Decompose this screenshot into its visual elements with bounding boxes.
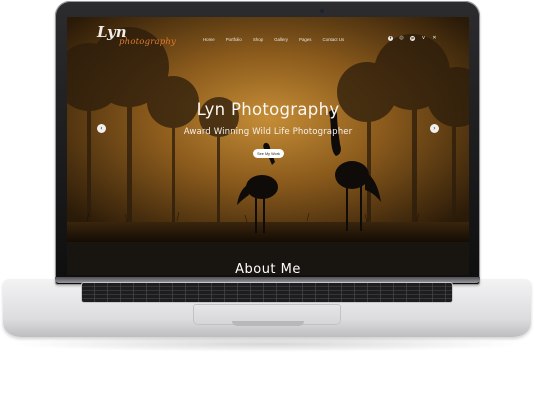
x-icon[interactable]: ✕ [432, 36, 437, 41]
nav-item-shop[interactable]: Shop [253, 37, 263, 42]
hero-subtitle: Award Winning Wild Life Photographer [183, 127, 353, 137]
camera-icon [320, 9, 324, 13]
facebook-icon[interactable]: f [388, 36, 393, 41]
social-links: f ◎ p v ✕ [388, 36, 437, 41]
instagram-icon[interactable]: ◎ [399, 36, 404, 41]
nav-item-contact[interactable]: Contact Us [322, 37, 344, 42]
nav-item-portfolio[interactable]: Portfolio [226, 37, 242, 42]
main-nav: Home Portfolio Shop Gallery Pages Contac… [203, 37, 344, 42]
logo-sub: photography [119, 37, 177, 47]
about-heading: About Me [235, 262, 301, 275]
nav-item-home[interactable]: Home [203, 37, 215, 42]
laptop-screen: Lyn photography Home Portfolio Shop Gall… [67, 17, 469, 275]
pinterest-icon[interactable]: p [410, 36, 415, 41]
vimeo-icon[interactable]: v [421, 36, 426, 41]
hero-title: Lyn Photography [196, 100, 340, 119]
hero-section: Lyn photography Home Portfolio Shop Gall… [67, 17, 469, 242]
laptop-mockup: Lyn photography Home Portfolio Shop Gall… [0, 0, 534, 400]
nav-item-pages[interactable]: Pages [299, 37, 311, 42]
keyboard-rows [82, 283, 452, 302]
laptop-shadow [10, 336, 524, 352]
see-my-work-button[interactable]: See My Work [253, 149, 284, 158]
lid-notch [232, 321, 304, 326]
nav-item-gallery[interactable]: Gallery [274, 37, 288, 42]
site-logo[interactable]: Lyn photography [97, 23, 177, 49]
